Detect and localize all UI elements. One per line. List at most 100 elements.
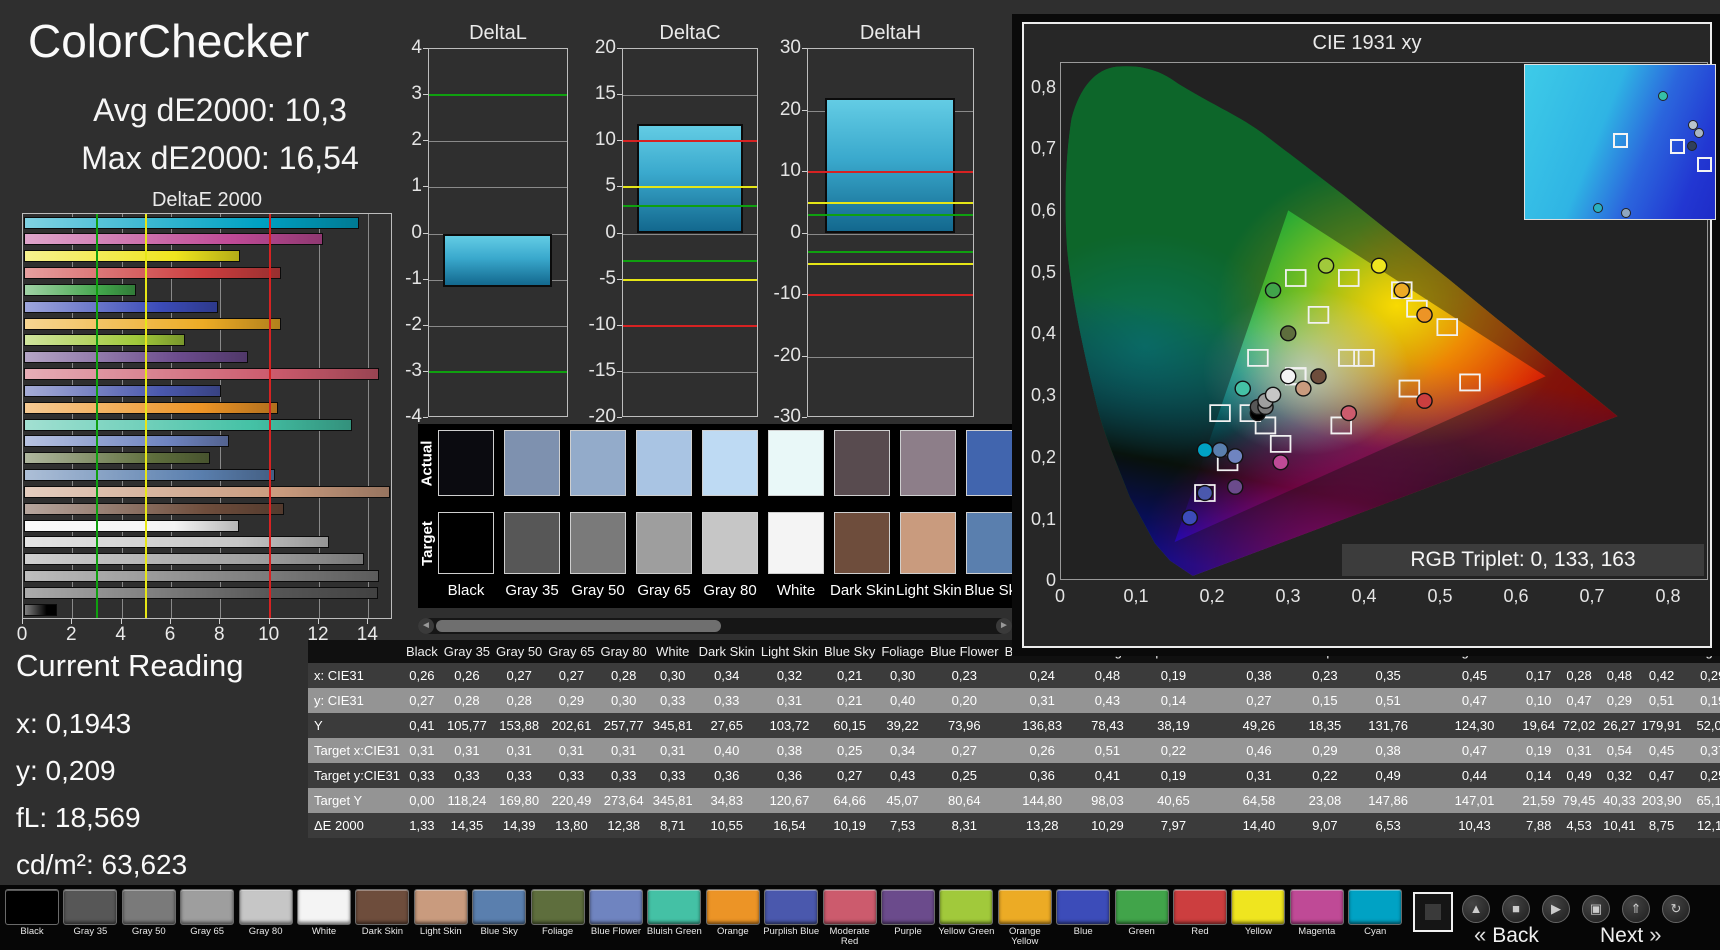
cie-measured-blue-flower <box>1228 449 1243 464</box>
y-tick-label: 0 <box>790 221 801 243</box>
toolbar-patch-magenta[interactable] <box>1289 889 1344 925</box>
toolbar-patch-gray-35[interactable] <box>63 889 118 925</box>
table-cell: 0,31 <box>1029 693 1055 708</box>
toolbar-patch-cyan[interactable] <box>1348 889 1403 925</box>
table-cell: 0,23 <box>1312 668 1338 683</box>
table-cell: 0,41 <box>1094 768 1121 783</box>
table-cell: 0,31 <box>558 743 585 758</box>
x-tick-label: 0,2 <box>1199 586 1225 606</box>
table-cell: 0,31 <box>1246 768 1272 783</box>
table-cell: 0,49 <box>1566 768 1592 783</box>
tick-mark <box>802 417 807 418</box>
actual-swatch-blue-sky <box>966 430 1012 496</box>
up-button[interactable]: ▲ <box>1462 895 1490 923</box>
cie-measured-yellow-green <box>1318 258 1333 273</box>
table-cell: 0,40 <box>714 743 740 758</box>
cie-measured-orange-yellow <box>1394 283 1409 298</box>
toolbar-patch-yellow-green[interactable] <box>939 889 994 925</box>
table-cell: 0,14 <box>1526 768 1552 783</box>
swatch-column-label: Light Skin <box>896 582 962 599</box>
table-cell: 0,47 <box>1461 693 1488 708</box>
toolbar-patch-light-skin[interactable] <box>413 889 468 925</box>
toolbar-patch-purple[interactable] <box>881 889 935 925</box>
reference-line <box>623 278 757 281</box>
scroll-right-button[interactable]: ► <box>996 618 1012 634</box>
toolbar-patch-label: Purplish Blue <box>763 926 820 937</box>
eject-button[interactable]: ⇑ <box>1622 895 1650 923</box>
table-cell: 14,35 <box>450 818 484 833</box>
current-reading-title: Current Reading <box>16 648 244 683</box>
toolbar-patch-bluish-green[interactable] <box>647 889 702 925</box>
x-tick-label: 0,1 <box>1123 586 1149 606</box>
table-cell: 0,33 <box>454 768 480 783</box>
cie-measured-white <box>1281 369 1296 384</box>
toolbar-patch-dark-skin[interactable] <box>355 889 410 925</box>
toolbar-patch-moderate-red[interactable] <box>822 889 877 925</box>
deltae-bar-moderate-red <box>24 368 380 380</box>
patch-toolbar: Black Gray 35 Gray 50 Gray 65 Gray 80 White Da… <box>0 885 1720 950</box>
table-cell: 0,33 <box>558 768 585 783</box>
cie-measured-bluish-green <box>1235 381 1250 396</box>
stop-button[interactable]: ■ <box>1502 895 1530 923</box>
table-cell: 0,32 <box>776 668 803 683</box>
toolbar-patch-white[interactable] <box>297 889 351 925</box>
toolbar-patch-gray-80[interactable] <box>238 889 293 925</box>
display-button[interactable]: ▣ <box>1582 895 1610 923</box>
scroll-left-button[interactable]: ◄ <box>418 618 434 634</box>
deltae-bar-blue-sky <box>24 469 276 481</box>
toolbar-patch-red[interactable] <box>1173 889 1227 925</box>
tick-mark <box>617 324 622 326</box>
scrollbar-thumb[interactable] <box>436 620 721 632</box>
table-cell: 0,38 <box>776 743 803 758</box>
toolbar-patch-blue-sky[interactable] <box>472 889 527 925</box>
table-cell: 80,64 <box>948 793 981 808</box>
y-tick-label: 20 <box>594 37 616 58</box>
toolbar-patch-blue-flower[interactable] <box>589 889 643 925</box>
deltae-bar-green <box>24 283 136 296</box>
toolbar-patch-purplish-blue[interactable] <box>764 889 819 925</box>
y-tick-label: 30 <box>779 37 801 58</box>
toolbar-patch-yellow[interactable] <box>1231 889 1286 925</box>
toolbar-patch-label: Orange <box>716 926 749 937</box>
y-tick-label: 0,3 <box>1030 385 1056 406</box>
table-cell: 14,39 <box>502 818 536 833</box>
table-cell: 6,53 <box>1375 818 1401 833</box>
deltae-bar-purple <box>24 351 248 364</box>
toolbar-patch-gray-65[interactable] <box>180 889 235 925</box>
cie-measured-cyan <box>1197 443 1212 458</box>
swatch-column-label: Gray 50 <box>571 582 625 599</box>
table-cell: 38,19 <box>1157 718 1190 733</box>
toolbar-patch-blue[interactable] <box>1056 889 1111 925</box>
refresh-button[interactable]: ↻ <box>1662 895 1690 923</box>
toolbar-patch-gray-50[interactable] <box>121 889 176 925</box>
table-cell: 0,21 <box>837 693 863 708</box>
tick-mark <box>22 619 23 624</box>
next-button[interactable]: Next» <box>1600 923 1667 948</box>
y-tick-label: 0 <box>411 221 422 243</box>
toolbar-patch-orange[interactable] <box>705 889 760 925</box>
table-cell: 8,75 <box>1648 818 1675 833</box>
table-cell: 0,46 <box>1246 743 1272 758</box>
toolbar-patch-foliage[interactable] <box>530 889 585 925</box>
deltae2000-chart <box>22 213 392 619</box>
actual-swatch-dark-skin <box>834 430 890 496</box>
toolbar-patch-orange-yellow[interactable] <box>997 889 1052 925</box>
column-header: Light Skin <box>757 640 822 663</box>
x-tick-label: 0 <box>16 624 28 645</box>
y-tick-label: -15 <box>588 359 616 381</box>
deltae-bar-blue-flower <box>24 435 229 448</box>
toolbar-patch-green[interactable] <box>1114 889 1169 925</box>
toolbar-patch-label: Green <box>1128 926 1155 937</box>
back-button[interactable]: «Back <box>1468 923 1539 948</box>
gridline <box>429 187 567 189</box>
toolbar-patch-black[interactable] <box>5 889 59 925</box>
cie-panel-title: CIE 1931 xy <box>1312 32 1422 54</box>
target-swatch-gray-65 <box>636 512 692 574</box>
table-cell: 4,53 <box>1566 818 1592 833</box>
play-button[interactable]: ▶ <box>1542 895 1570 923</box>
gridline <box>623 233 757 235</box>
gridline <box>808 233 973 235</box>
toolbar-patch-label: Purple <box>894 926 922 937</box>
swatch-scrollbar[interactable]: ◄ ► <box>418 618 1012 634</box>
column-header: Gray 50 <box>493 640 546 663</box>
